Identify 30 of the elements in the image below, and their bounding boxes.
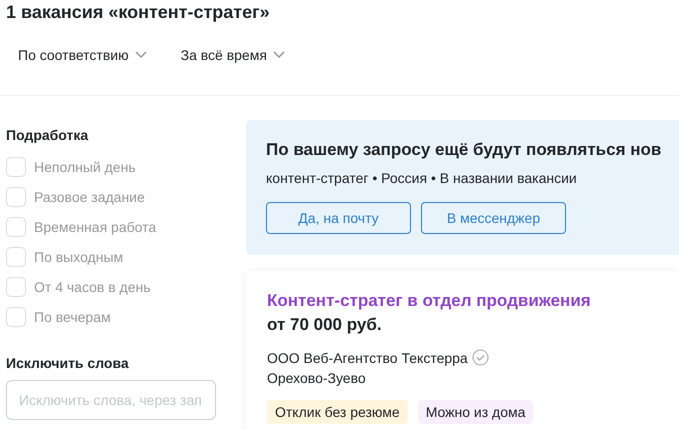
checkbox[interactable] <box>6 217 26 237</box>
checkbox[interactable] <box>6 277 26 297</box>
checkbox-label: Временная работа <box>34 219 156 235</box>
sort-dropdown[interactable]: По соответствию <box>18 46 147 64</box>
checkbox[interactable] <box>6 157 26 177</box>
page-title: 1 вакансия «контент-стратег» <box>5 1 271 24</box>
checkbox-label: Неполный день <box>34 159 136 175</box>
vacancy-tag: Отклик без резюме <box>267 400 408 424</box>
filter-heading: Исключить слова <box>6 354 130 371</box>
subscribe-button[interactable]: В мессенджер <box>421 202 566 234</box>
chevron-down-icon <box>272 51 285 59</box>
salary: от 70 000 руб. <box>267 315 383 335</box>
chevron-down-icon <box>134 51 147 59</box>
checkbox-label: По вечерам <box>34 309 111 325</box>
sort-dropdown[interactable]: За всё время <box>180 46 285 64</box>
company-name: ООО Веб-Агентство Текстерра <box>267 350 468 366</box>
exclude-words-field[interactable]: Исключить слова, через зап <box>6 380 216 420</box>
location: Орехово-Зуево <box>267 370 366 386</box>
checkbox[interactable] <box>6 307 26 327</box>
banner-title: По вашему запросу ещё будут появляться нов <box>266 140 662 160</box>
subscribe-button[interactable]: Да, на почту <box>266 202 411 234</box>
vacancy-tag: Можно из дома <box>418 400 534 424</box>
vacancy-title-link[interactable]: Контент-стратег в отдел продвижения <box>267 291 679 311</box>
banner-subtitle: контент-стратег • Россия • В названии вакансии <box>266 170 578 186</box>
checkbox[interactable] <box>6 187 26 207</box>
checkbox-label: От 4 часов в день <box>34 279 151 295</box>
checkbox[interactable] <box>6 247 26 267</box>
checkbox-label: Разовое задание <box>34 189 145 205</box>
filter-heading: Подработка <box>6 126 90 143</box>
checkbox-label: По выходным <box>34 249 124 265</box>
